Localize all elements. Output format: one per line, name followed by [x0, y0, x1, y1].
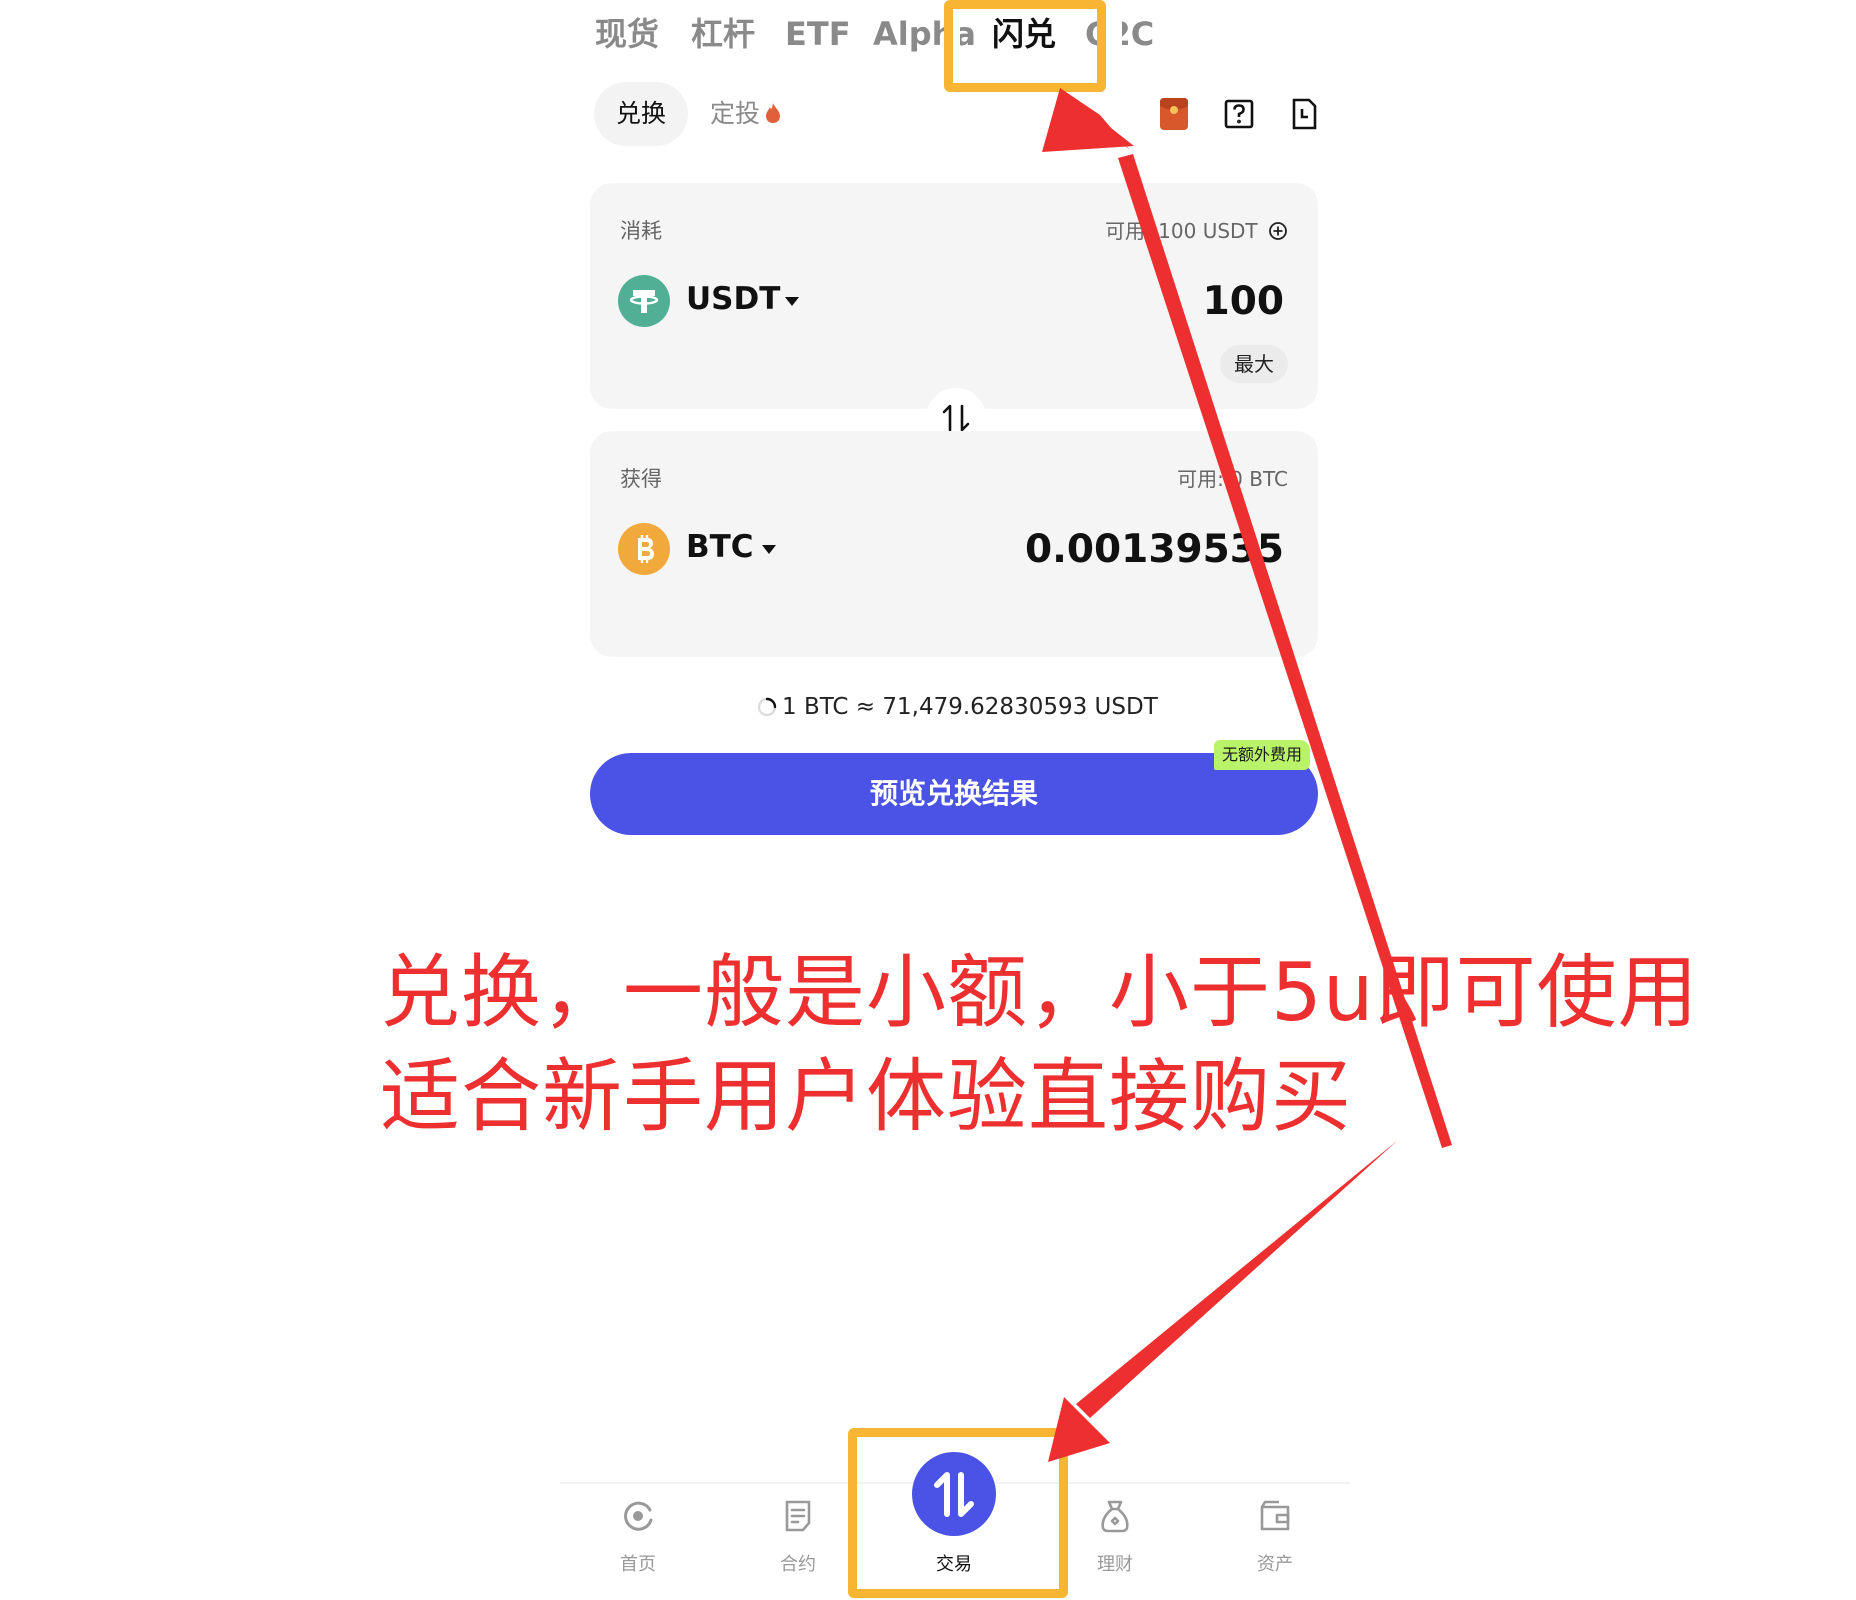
- exchange-rate-text: 1 BTC ≈ 71,479.62830593 USDT: [782, 694, 1158, 720]
- from-label: 消耗: [620, 219, 662, 243]
- to-label: 获得: [620, 467, 662, 491]
- max-button[interactable]: 最大: [1220, 345, 1288, 383]
- nav-contract[interactable]: 合约: [738, 1496, 858, 1596]
- contract-icon: [778, 1496, 818, 1536]
- tab-spot[interactable]: 现货: [595, 12, 659, 56]
- fire-icon: [764, 84, 782, 123]
- nav-earn-label: 理财: [1097, 1554, 1133, 1575]
- to-amount: 0.00139535: [1024, 527, 1284, 572]
- from-card: 消耗 可用: 100 USDT USDT 100 最大: [590, 183, 1318, 409]
- subtab-convert[interactable]: 兑换: [594, 82, 689, 146]
- tab-etf[interactable]: ETF: [785, 12, 851, 56]
- bitcoin-icon: [618, 523, 670, 575]
- wallet-icon: [1255, 1496, 1295, 1536]
- from-coin-selector[interactable]: USDT: [686, 281, 780, 317]
- nav-contract-label: 合约: [780, 1554, 816, 1575]
- from-amount-input[interactable]: 100: [1203, 279, 1284, 324]
- trade-highlight-box: [848, 1428, 1068, 1598]
- nav-earn[interactable]: 理财: [1055, 1496, 1175, 1596]
- no-fee-badge: 无额外费用: [1214, 740, 1311, 770]
- flash-swap-highlight-box: [944, 0, 1106, 92]
- to-coin-selector[interactable]: BTC: [686, 529, 754, 565]
- help-icon[interactable]: [1220, 95, 1258, 133]
- highlight-gap-right: [1104, 0, 1122, 80]
- nav-home-label: 首页: [620, 1554, 656, 1575]
- nav-assets-label: 资产: [1257, 1554, 1293, 1575]
- home-icon: [618, 1496, 658, 1536]
- tab-margin[interactable]: 杠杆: [691, 12, 755, 56]
- exchange-rate: 1 BTC ≈ 71,479.62830593 USDT: [756, 694, 1158, 720]
- from-chevron-down-icon[interactable]: [785, 297, 799, 306]
- annotation-line-2: 适合新手用户体验直接购买: [380, 1050, 1352, 1143]
- arrow-to-trade: [1048, 1140, 1398, 1462]
- order-history-icon[interactable]: [1285, 95, 1323, 133]
- nav-home[interactable]: 首页: [578, 1496, 698, 1596]
- from-available: 可用: 100 USDT: [1105, 215, 1288, 244]
- to-available: 可用: 0 BTC: [1177, 467, 1288, 491]
- to-card: 获得 可用: 0 BTC BTC 0.00139535: [590, 431, 1318, 657]
- add-funds-icon[interactable]: [1268, 221, 1288, 241]
- red-packet-icon[interactable]: [1155, 95, 1193, 133]
- refresh-spinner-icon: [756, 696, 778, 718]
- from-available-text: 可用: 100 USDT: [1105, 219, 1258, 243]
- nav-assets[interactable]: 资产: [1215, 1496, 1335, 1596]
- annotation-line-1: 兑换，一般是小额，小于5u即可使用: [380, 946, 1699, 1039]
- preview-swap-button[interactable]: 预览兑换结果: [590, 753, 1318, 835]
- earn-icon: [1095, 1496, 1135, 1536]
- tether-icon: [618, 275, 670, 327]
- subtab-recurring[interactable]: 定投: [710, 82, 782, 146]
- to-chevron-down-icon[interactable]: [762, 545, 776, 554]
- subtab-recurring-label: 定投: [710, 99, 761, 128]
